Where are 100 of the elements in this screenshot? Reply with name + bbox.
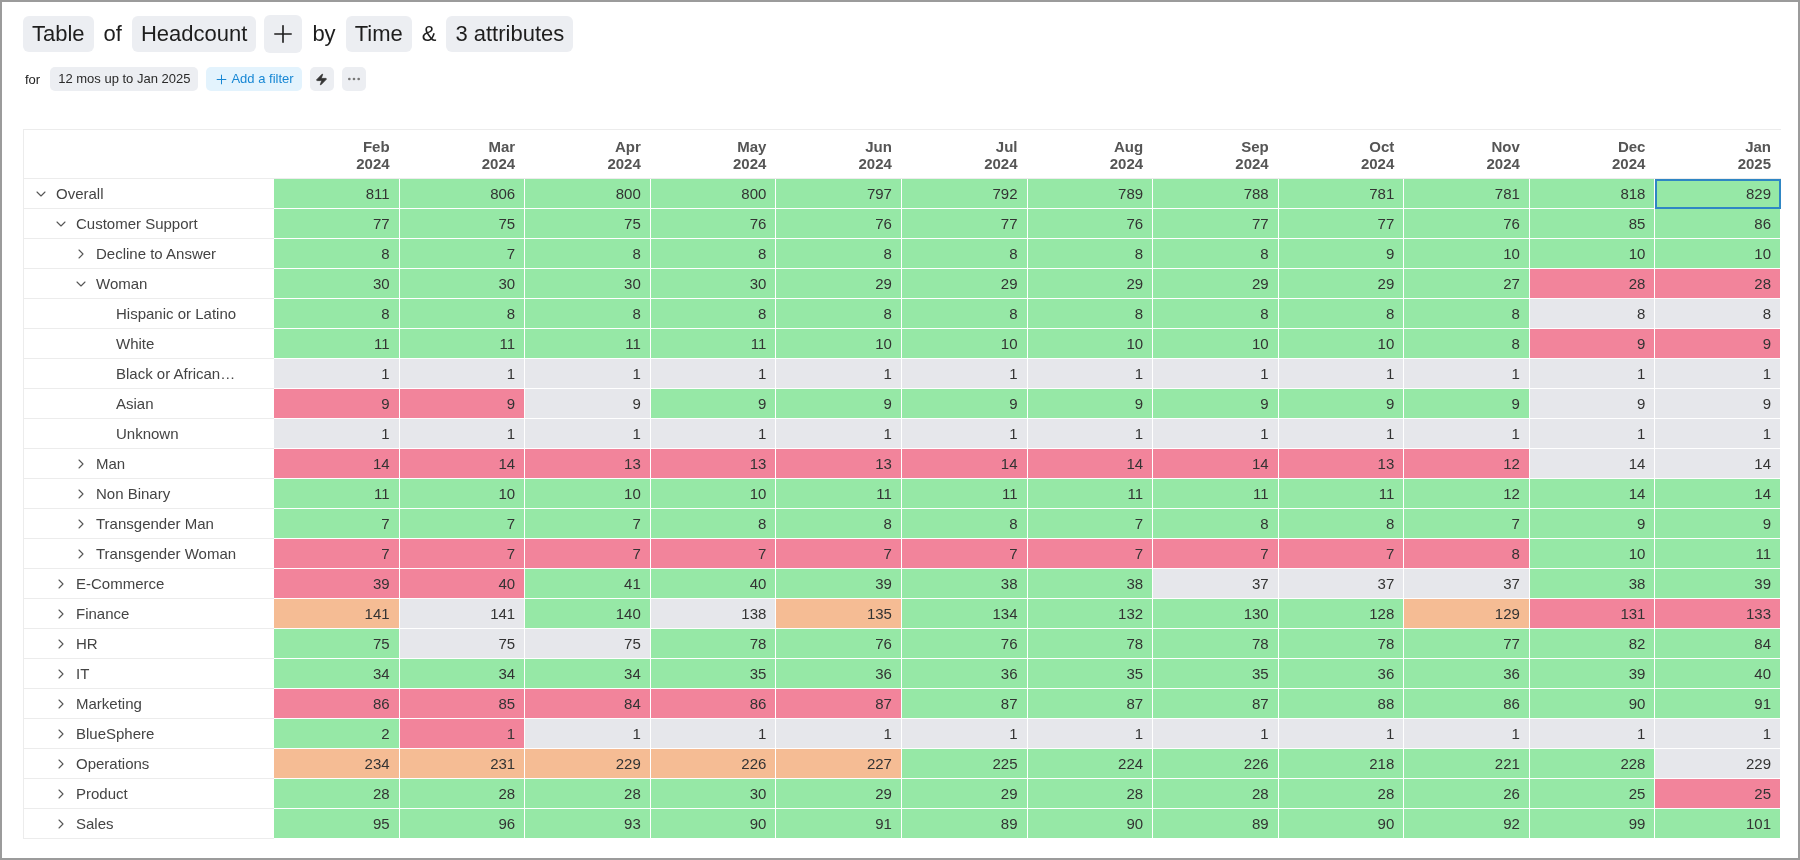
column-header: Jun 2024 bbox=[858, 138, 892, 172]
table-cell: 8 bbox=[1278, 509, 1405, 539]
plus-icon bbox=[214, 71, 230, 87]
table-cell: 78 bbox=[1153, 629, 1279, 659]
table-cell: 797 bbox=[776, 179, 902, 209]
table-cell: 8 bbox=[650, 509, 777, 539]
table-cell: 90 bbox=[650, 809, 777, 839]
filter-label: for bbox=[24, 71, 42, 87]
table-cell: 1 bbox=[399, 419, 526, 449]
table-cell: 14 bbox=[1655, 449, 1781, 479]
table-cell: 99 bbox=[1529, 809, 1656, 839]
table-cell: 11 bbox=[1655, 539, 1781, 569]
table-cell: 8 bbox=[1404, 329, 1530, 359]
table-cell: 218 bbox=[1278, 749, 1405, 779]
table-cell: 1 bbox=[1529, 419, 1656, 449]
table-cell: 10 bbox=[1529, 239, 1656, 269]
table-cell: 11 bbox=[274, 479, 400, 509]
column-header: Feb 2024 bbox=[356, 138, 390, 172]
table-cell: 1 bbox=[776, 359, 902, 389]
table-cell: 9 bbox=[525, 389, 651, 419]
table-cell: 1 bbox=[525, 719, 651, 749]
lightning-icon bbox=[315, 72, 329, 86]
table-cell: 138 bbox=[650, 599, 777, 629]
row-label: HR bbox=[76, 635, 98, 652]
table-cell: 129 bbox=[1404, 599, 1530, 629]
table-cell: 8 bbox=[1027, 239, 1154, 269]
table-cell: 75 bbox=[525, 209, 651, 239]
table-cell: 7 bbox=[1027, 539, 1154, 569]
lightning-button[interactable] bbox=[309, 67, 334, 91]
table-cell: 789 bbox=[1027, 179, 1154, 209]
column-header: Apr 2024 bbox=[607, 138, 641, 172]
table-cell: 781 bbox=[1278, 179, 1405, 209]
table-cell: 226 bbox=[1153, 749, 1279, 779]
query-chip[interactable]: Table bbox=[23, 16, 94, 52]
table-cell: 131 bbox=[1529, 599, 1656, 629]
query-chip[interactable]: Headcount bbox=[131, 16, 257, 52]
add-measure-button[interactable] bbox=[264, 15, 303, 53]
table-cell: 77 bbox=[1278, 209, 1405, 239]
table-cell: 140 bbox=[525, 599, 651, 629]
table-cell: 227 bbox=[776, 749, 902, 779]
table-cell: 101 bbox=[1655, 809, 1781, 839]
table-cell: 40 bbox=[399, 569, 526, 599]
table-cell: 84 bbox=[1655, 629, 1781, 659]
table-cell: 1 bbox=[1655, 719, 1781, 749]
table-cell: 7 bbox=[1404, 509, 1530, 539]
table-cell: 9 bbox=[1027, 389, 1154, 419]
table-cell: 41 bbox=[525, 569, 651, 599]
table-cell: 8 bbox=[399, 299, 526, 329]
table-cell: 8 bbox=[274, 299, 400, 329]
table-cell: 9 bbox=[776, 389, 902, 419]
table-cell: 7 bbox=[1153, 539, 1279, 569]
query-chip[interactable]: Time bbox=[345, 16, 412, 52]
table-cell: 8 bbox=[1153, 299, 1279, 329]
table-cell: 29 bbox=[1027, 269, 1154, 299]
table-cell: 14 bbox=[399, 449, 526, 479]
table-cell: 1 bbox=[650, 719, 777, 749]
query-chip[interactable]: 3 attributes bbox=[446, 16, 574, 52]
table-cell: 8 bbox=[274, 239, 400, 269]
table-cell: 76 bbox=[776, 209, 902, 239]
row-label: Woman bbox=[96, 275, 148, 292]
table-cell: 91 bbox=[1655, 689, 1781, 719]
table-cell: 221 bbox=[1404, 749, 1530, 779]
table-cell: 234 bbox=[274, 749, 400, 779]
table-cell: 28 bbox=[399, 779, 526, 809]
table-cell: 30 bbox=[650, 779, 777, 809]
table-cell: 76 bbox=[1404, 209, 1530, 239]
table-cell: 11 bbox=[1278, 479, 1405, 509]
column-header: Sep 2024 bbox=[1235, 138, 1269, 172]
table-cell: 89 bbox=[901, 809, 1028, 839]
table-cell: 34 bbox=[399, 659, 526, 689]
table-cell: 39 bbox=[776, 569, 902, 599]
table-cell: 781 bbox=[1404, 179, 1530, 209]
table-cell: 38 bbox=[1027, 569, 1154, 599]
table-cell: 29 bbox=[776, 269, 902, 299]
table-cell: 11 bbox=[525, 329, 651, 359]
table-cell: 229 bbox=[1655, 749, 1781, 779]
table-cell: 77 bbox=[1153, 209, 1279, 239]
table-cell: 1 bbox=[776, 719, 902, 749]
period-chip[interactable]: 12 mos up to Jan 2025 bbox=[50, 67, 199, 91]
add-filter-button[interactable]: Add a filter bbox=[206, 67, 302, 91]
table-cell: 11 bbox=[650, 329, 777, 359]
table-cell: 28 bbox=[1655, 269, 1781, 299]
table-cell: 10 bbox=[1153, 329, 1279, 359]
table-cell: 89 bbox=[1153, 809, 1279, 839]
row-label: Operations bbox=[76, 755, 150, 772]
column-header: Nov 2024 bbox=[1486, 138, 1520, 172]
table-cell: 28 bbox=[1153, 779, 1279, 809]
table-cell: 8 bbox=[776, 239, 902, 269]
table-cell: 7 bbox=[399, 239, 526, 269]
table-cell: 13 bbox=[776, 449, 902, 479]
table-cell: 29 bbox=[901, 779, 1028, 809]
table-cell: 9 bbox=[650, 389, 777, 419]
table-cell: 7 bbox=[274, 509, 400, 539]
table-cell: 231 bbox=[399, 749, 526, 779]
table-cell: 34 bbox=[525, 659, 651, 689]
column-header: Aug 2024 bbox=[1109, 138, 1144, 172]
table-cell: 8 bbox=[1404, 539, 1530, 569]
table-cell: 75 bbox=[399, 209, 526, 239]
column-header: Mar 2024 bbox=[481, 138, 516, 172]
table-cell: 28 bbox=[1529, 269, 1656, 299]
